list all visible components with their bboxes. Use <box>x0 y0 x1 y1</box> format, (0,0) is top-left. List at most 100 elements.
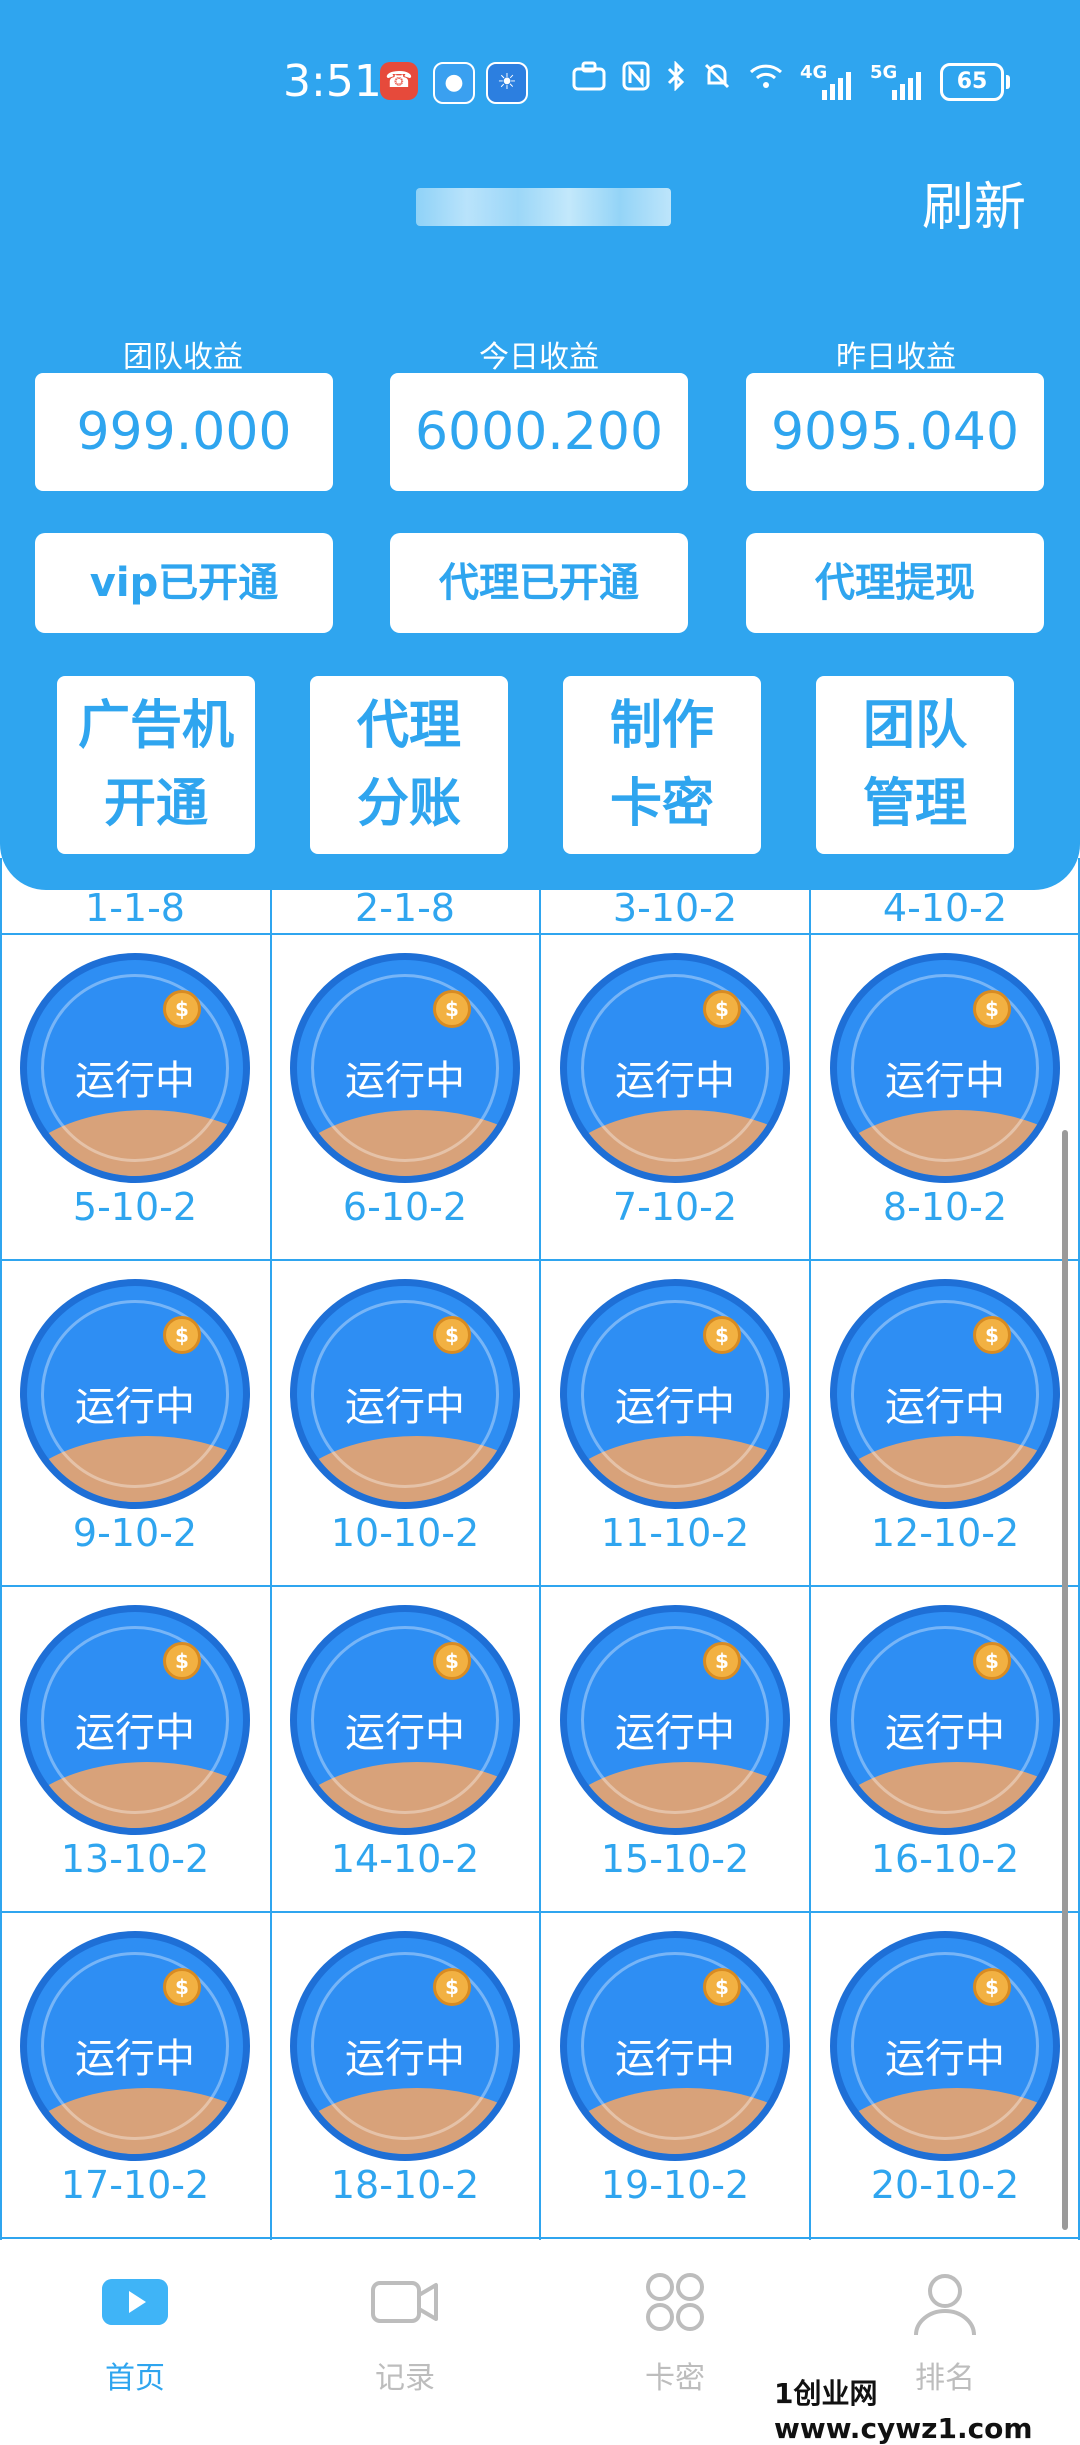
ad-machine-open-button[interactable]: 广告机 开通 <box>57 676 255 854</box>
machine-status: 运行中 <box>615 2036 735 2082</box>
coin-icon: $ <box>163 1968 201 2006</box>
coin-icon: $ <box>163 990 201 1028</box>
coin-icon: $ <box>973 1316 1011 1354</box>
coin-icon: $ <box>703 1316 741 1354</box>
machine-status: 运行中 <box>615 1384 735 1430</box>
machine-label: 11-10-2 <box>600 1511 750 1555</box>
nfc-icon <box>622 52 650 112</box>
tile-line1: 团队 <box>862 696 967 756</box>
machine-label: 6-10-2 <box>342 1185 468 1229</box>
machine-bubble[interactable]: $ 运行中 <box>290 1605 520 1835</box>
machine-bubble[interactable]: $ 运行中 <box>830 1605 1060 1835</box>
machine-bubble[interactable]: $ 运行中 <box>830 1931 1060 2161</box>
machine-bubble[interactable]: $ 运行中 <box>20 953 250 1183</box>
scrollbar[interactable] <box>1062 1130 1068 2230</box>
machine-bubble[interactable]: $ 运行中 <box>20 1279 250 1509</box>
machine-status: 运行中 <box>345 1710 465 1756</box>
coin-icon: $ <box>433 1642 471 1680</box>
machine-bubble[interactable]: $ 运行中 <box>20 1931 250 2161</box>
machine-status: 运行中 <box>75 1710 195 1756</box>
machine-bubble[interactable]: $ 运行中 <box>560 953 790 1183</box>
mute-bell-icon <box>702 52 732 112</box>
machine-status: 运行中 <box>885 1710 1005 1756</box>
stat-label-today: 今日收益 <box>479 340 599 375</box>
machine-label: 7-10-2 <box>612 1185 738 1229</box>
machine-bubble[interactable]: $ 运行中 <box>290 1931 520 2161</box>
machine-status: 运行中 <box>345 2036 465 2082</box>
coin-icon: $ <box>163 1642 201 1680</box>
watermark: 1创业网www.cywz1.com <box>774 2377 1033 2445</box>
briefcase-icon <box>572 52 606 112</box>
machine-status: 运行中 <box>345 1058 465 1104</box>
machine-bubble[interactable]: $ 运行中 <box>560 1279 790 1509</box>
agent-status-button[interactable]: 代理已开通 <box>390 533 688 633</box>
coin-icon: $ <box>163 1316 201 1354</box>
machine-label: 2-1-8 <box>355 886 455 930</box>
machine-label: 10-10-2 <box>330 1511 480 1555</box>
coin-icon: $ <box>703 1642 741 1680</box>
agent-split-button[interactable]: 代理 分账 <box>310 676 508 854</box>
vip-status-button[interactable]: vip已开通 <box>35 533 333 633</box>
notification-app-icon: ☎ <box>380 62 418 100</box>
machine-label: 12-10-2 <box>870 1511 1020 1555</box>
stat-value-team: 999.000 <box>35 373 333 491</box>
coin-icon: $ <box>433 1316 471 1354</box>
machine-status: 运行中 <box>885 1058 1005 1104</box>
four-circles-icon <box>640 2271 710 2331</box>
machine-label: 4-10-2 <box>882 886 1008 930</box>
nav-home[interactable]: 首页 <box>0 2245 270 2400</box>
team-manage-button[interactable]: 团队 管理 <box>816 676 1014 854</box>
machine-status: 运行中 <box>885 1384 1005 1430</box>
machine-bubble[interactable]: $ 运行中 <box>290 1279 520 1509</box>
tile-line2: 管理 <box>862 774 967 834</box>
machine-bubble[interactable]: $ 运行中 <box>560 1931 790 2161</box>
wifi-icon <box>748 52 784 112</box>
play-icon <box>100 2271 170 2331</box>
machine-grid: 1-1-8 2-1-8 3-10-2 4-10-2 $ 运行中 5-10-2 $ 运行中 6-10… <box>0 858 1080 2240</box>
machine-bubble[interactable]: $ 运行中 <box>290 953 520 1183</box>
machine-bubble[interactable]: $ 运行中 <box>830 953 1060 1183</box>
machine-bubble[interactable]: $ 运行中 <box>560 1605 790 1835</box>
machine-label: 1-1-8 <box>85 886 185 930</box>
tile-line2: 卡密 <box>609 774 714 834</box>
machine-label: 15-10-2 <box>600 1837 750 1881</box>
machine-label: 20-10-2 <box>870 2163 1020 2207</box>
machine-label: 14-10-2 <box>330 1837 480 1881</box>
coin-icon: $ <box>433 990 471 1028</box>
machine-status: 运行中 <box>615 1710 735 1756</box>
machine-label: 8-10-2 <box>882 1185 1008 1229</box>
nav-records[interactable]: 记录 <box>270 2245 540 2400</box>
machine-status: 运行中 <box>345 1384 465 1430</box>
coin-icon: $ <box>973 1968 1011 2006</box>
agent-withdraw-button[interactable]: 代理提现 <box>746 533 1044 633</box>
machine-bubble[interactable]: $ 运行中 <box>830 1279 1060 1509</box>
nav-card-keys[interactable]: 卡密 <box>540 2245 810 2400</box>
machine-label: 19-10-2 <box>600 2163 750 2207</box>
machine-label: 18-10-2 <box>330 2163 480 2207</box>
blurred-title <box>416 188 671 226</box>
grid-row-divider <box>0 1259 1080 1261</box>
battery-icon: 65 <box>940 63 1010 101</box>
machine-status: 运行中 <box>75 2036 195 2082</box>
stat-value-yesterday: 9095.040 <box>746 373 1044 491</box>
machine-bubble[interactable]: $ 运行中 <box>20 1605 250 1835</box>
stat-value-today: 6000.200 <box>390 373 688 491</box>
machine-label: 17-10-2 <box>60 2163 210 2207</box>
nav-records-label: 记录 <box>375 2361 435 2396</box>
machine-label: 13-10-2 <box>60 1837 210 1881</box>
tile-line2: 开通 <box>103 774 208 834</box>
grid-row-divider <box>0 1911 1080 1913</box>
make-card-key-button[interactable]: 制作 卡密 <box>563 676 761 854</box>
weather-app-icon: ☀ <box>486 62 528 104</box>
machine-status: 运行中 <box>615 1058 735 1104</box>
video-camera-icon <box>370 2271 440 2331</box>
nav-card-keys-label: 卡密 <box>645 2361 705 2396</box>
machine-status: 运行中 <box>75 1384 195 1430</box>
tile-line2: 分账 <box>356 774 461 834</box>
grid-row-divider <box>0 2237 1080 2239</box>
tile-line1: 代理 <box>356 696 461 756</box>
person-icon <box>910 2271 980 2336</box>
nav-home-label: 首页 <box>105 2361 165 2396</box>
refresh-button[interactable]: 刷新 <box>922 178 1026 238</box>
coin-icon: $ <box>433 1968 471 2006</box>
